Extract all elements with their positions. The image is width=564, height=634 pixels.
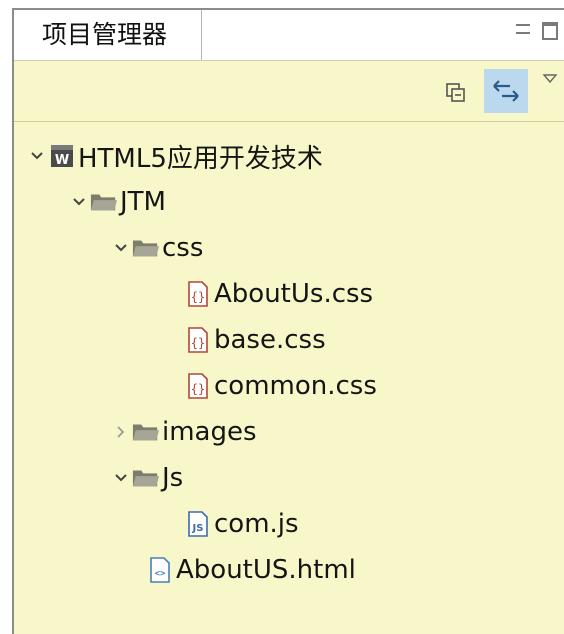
tree-item-label: base.css xyxy=(214,325,326,355)
chevron-down-icon[interactable] xyxy=(68,180,90,224)
project-tree: W HTML5应用开发技术 JTM css {} AboutUs.css {} … xyxy=(14,122,564,634)
tree-item-images-folder[interactable]: images xyxy=(110,410,257,454)
tree-item-label: common.css xyxy=(214,371,377,401)
tree-item-label: com.js xyxy=(214,509,299,539)
link-with-editor-icon xyxy=(493,80,519,102)
css-file-icon: {} xyxy=(184,325,212,355)
web-project-icon: W xyxy=(48,141,76,171)
project-explorer-panel: 项目管理器 W HTML5应用开发技术 JTM css {} AboutUs.c… xyxy=(12,8,564,634)
css-file-icon: {} xyxy=(184,371,212,401)
css-file-icon: {} xyxy=(184,279,212,309)
view-menu-icon[interactable] xyxy=(542,71,558,87)
tree-item-label: HTML5应用开发技术 xyxy=(78,143,323,174)
html-file-icon: <> xyxy=(146,555,174,585)
link-with-editor-button[interactable] xyxy=(484,69,528,113)
svg-text:{}: {} xyxy=(191,290,205,304)
svg-text:{}: {} xyxy=(191,336,205,350)
tree-item-js-folder[interactable]: Js xyxy=(110,456,183,500)
chevron-right-icon[interactable] xyxy=(110,410,132,454)
tree-item-label: AboutUs.css xyxy=(214,279,374,309)
folder-icon xyxy=(132,233,160,263)
collapse-all-icon[interactable] xyxy=(444,81,468,105)
tree-item-css-folder[interactable]: css xyxy=(110,226,203,270)
svg-text:<>: <> xyxy=(155,569,166,579)
minimize-icon[interactable] xyxy=(516,24,530,34)
window-controls xyxy=(504,22,564,46)
maximize-icon[interactable] xyxy=(542,22,558,40)
tree-item-label: images xyxy=(162,417,257,447)
window: 项目管理器 W HTML5应用开发技术 JTM css {} AboutUs.c… xyxy=(0,0,564,634)
tree-item-label: css xyxy=(162,233,204,263)
tree-item-file[interactable]: {} base.css xyxy=(184,318,326,362)
tree-item-label: JTM xyxy=(120,187,166,217)
chevron-down-icon[interactable] xyxy=(110,456,132,500)
tree-item-file[interactable]: {} AboutUs.css xyxy=(184,272,373,316)
folder-icon xyxy=(132,417,160,447)
chevron-down-icon[interactable] xyxy=(26,134,48,178)
tree-item-jtm[interactable]: JTM xyxy=(68,180,166,224)
svg-text:W: W xyxy=(55,153,69,168)
tab-project-explorer[interactable]: 项目管理器 xyxy=(14,10,202,60)
view-toolbar xyxy=(14,61,564,122)
tab-strip: 项目管理器 xyxy=(14,10,564,61)
tree-item-label: AboutUS.html xyxy=(176,555,356,585)
tree-item-file[interactable]: {} common.css xyxy=(184,364,377,408)
tree-item-project[interactable]: W HTML5应用开发技术 xyxy=(26,134,323,178)
tree-item-file[interactable]: <> AboutUS.html xyxy=(146,548,356,592)
folder-icon xyxy=(132,463,160,493)
chevron-down-icon[interactable] xyxy=(110,226,132,270)
js-file-icon: JS xyxy=(184,509,212,539)
tree-item-file[interactable]: JS com.js xyxy=(184,502,299,546)
svg-text:JS: JS xyxy=(192,523,204,534)
tree-item-label: Js xyxy=(162,463,184,493)
svg-text:{}: {} xyxy=(191,382,205,396)
folder-icon xyxy=(90,187,118,217)
